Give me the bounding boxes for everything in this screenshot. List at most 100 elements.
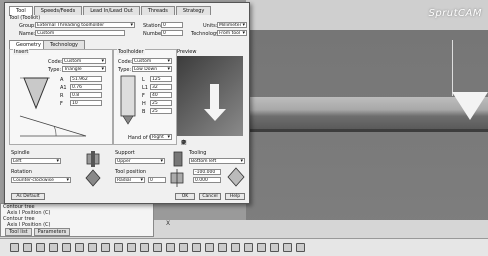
insert-code-label: Code: bbox=[48, 59, 63, 65]
tab-speeds-feeds[interactable]: Speeds/Feeds bbox=[33, 6, 83, 15]
operation-icon[interactable] bbox=[101, 243, 110, 252]
holder-param-value[interactable]: 40 bbox=[150, 92, 172, 98]
toolholder-diagram bbox=[120, 75, 136, 125]
number-field[interactable]: 0 bbox=[161, 30, 183, 36]
tool-section-title: Tool (Toolkit) bbox=[9, 15, 41, 21]
holder-param-label: F bbox=[142, 93, 145, 99]
insert-param-label: F bbox=[60, 101, 63, 107]
insert-section: Insert Code: Custom Type: Triangle A 51.… bbox=[9, 49, 113, 145]
toolholder-title: Toolholder bbox=[117, 49, 145, 55]
tab-tool-list[interactable]: Tool list bbox=[5, 228, 32, 236]
operation-icon[interactable] bbox=[166, 243, 175, 252]
reset-view-icon[interactable]: ↺ bbox=[181, 139, 186, 146]
toolposition-icon bbox=[170, 169, 184, 187]
spindle-title: Spindle bbox=[11, 150, 30, 156]
tab-tool[interactable]: Tool bbox=[9, 6, 33, 15]
rotation-select[interactable]: Counter-clockwise bbox=[11, 177, 71, 183]
operation-icon[interactable] bbox=[192, 243, 201, 252]
tab-technology[interactable]: Technology bbox=[43, 40, 86, 49]
offset-z-field[interactable]: 0.000 bbox=[193, 177, 221, 183]
tab-strategy[interactable]: Strategy bbox=[175, 6, 212, 15]
holder-code-label: Code: bbox=[118, 59, 133, 65]
rotation-icon bbox=[85, 169, 101, 187]
toolposition-angle-field[interactable]: 0 bbox=[148, 177, 166, 183]
ok-button[interactable]: OK bbox=[175, 193, 195, 200]
operation-icon[interactable] bbox=[75, 243, 84, 252]
tab-lead-in-out[interactable]: Lead In/Lead Out bbox=[83, 6, 140, 15]
rotation-title: Rotation bbox=[11, 169, 32, 175]
holder-type-select[interactable]: Low Down bbox=[132, 66, 172, 72]
help-button[interactable]: Help bbox=[225, 193, 245, 200]
units-select[interactable]: Millimeter bbox=[217, 22, 247, 28]
bottom-toolbar bbox=[0, 238, 488, 256]
operation-icon[interactable] bbox=[283, 243, 292, 252]
cancel-button[interactable]: Cancel bbox=[199, 193, 221, 200]
insert-type-select[interactable]: Triangle bbox=[62, 66, 106, 72]
name-label: Name: bbox=[19, 31, 36, 37]
dialog-tabs: Tool Speeds/Feeds Lead In/Lead Out Threa… bbox=[9, 6, 212, 15]
support-title: Support bbox=[115, 150, 135, 156]
project-tree-panel: Contour tree Axis I Position (C) Contour… bbox=[0, 203, 154, 237]
holder-type-label: Type: bbox=[118, 67, 132, 73]
operation-icon[interactable] bbox=[140, 243, 149, 252]
toolposition-select[interactable]: Radial bbox=[115, 177, 145, 183]
operation-icon[interactable] bbox=[153, 243, 162, 252]
operation-icon[interactable] bbox=[36, 243, 45, 252]
tooling-select[interactable]: Bottom left bbox=[189, 158, 245, 164]
support-select[interactable]: Upper bbox=[115, 158, 165, 164]
operation-icon[interactable] bbox=[62, 243, 71, 252]
operation-icon[interactable] bbox=[296, 243, 305, 252]
insert-param-label: A1 bbox=[60, 85, 67, 91]
insert-param-value[interactable]: 0.8 bbox=[70, 92, 102, 98]
holder-param-value[interactable]: 125 bbox=[150, 76, 172, 82]
holder-param-value[interactable]: 25 bbox=[150, 108, 172, 114]
operation-icon[interactable] bbox=[270, 243, 279, 252]
toolholder-section: Toolholder Code: Custom Type: Low Down L… bbox=[113, 49, 177, 145]
operation-icon[interactable] bbox=[257, 243, 266, 252]
axis-x-label: X bbox=[166, 220, 171, 227]
as-default-button[interactable]: As Default bbox=[11, 193, 45, 200]
operation-icon[interactable] bbox=[231, 243, 240, 252]
insert-type-label: Type: bbox=[48, 67, 62, 73]
holder-param-value[interactable]: 25 bbox=[150, 100, 172, 106]
insert-param-label: A bbox=[60, 77, 64, 83]
hand-select[interactable]: Right bbox=[150, 134, 172, 140]
preview-tool-shaft bbox=[210, 84, 219, 110]
station-field[interactable]: 0 bbox=[161, 22, 183, 28]
app-brand: SprutCAM bbox=[428, 8, 482, 19]
offset-x-field[interactable]: -100.000 bbox=[193, 169, 221, 175]
holder-param-label: L bbox=[142, 77, 145, 83]
insert-param-value[interactable]: 10 bbox=[70, 100, 102, 106]
support-icon bbox=[173, 151, 183, 167]
insert-param-value[interactable]: 51.962 bbox=[70, 76, 102, 82]
operation-icon[interactable] bbox=[244, 243, 253, 252]
name-field[interactable]: Custom bbox=[35, 30, 125, 36]
operation-icon[interactable] bbox=[114, 243, 123, 252]
threading-tool bbox=[452, 92, 488, 120]
insert-title: Insert bbox=[13, 49, 30, 55]
operation-icon[interactable] bbox=[49, 243, 58, 252]
insert-diagram bbox=[20, 77, 50, 110]
group-select[interactable]: External Threading toolholder bbox=[35, 22, 135, 28]
tab-threads[interactable]: Threads bbox=[140, 6, 175, 15]
operation-icon[interactable] bbox=[23, 243, 32, 252]
operation-icon[interactable] bbox=[127, 243, 136, 252]
holder-code-select[interactable]: Custom bbox=[132, 58, 172, 64]
spindle-select[interactable]: Left bbox=[11, 158, 61, 164]
insert-param-value[interactable]: 0.76 bbox=[70, 84, 102, 90]
operation-icon[interactable] bbox=[88, 243, 97, 252]
technology-select[interactable]: From tool bbox=[217, 30, 247, 36]
operation-icon[interactable] bbox=[205, 243, 214, 252]
tooling-icon bbox=[227, 167, 245, 187]
insert-angle-diagram bbox=[19, 115, 87, 137]
operation-icon[interactable] bbox=[10, 243, 19, 252]
cam-application: SprutCAM Z X Contour tree Axis I Positio… bbox=[0, 0, 488, 256]
tab-parameters[interactable]: Parameters bbox=[33, 228, 71, 236]
operation-icon[interactable] bbox=[218, 243, 227, 252]
operation-icon[interactable] bbox=[179, 243, 188, 252]
technology-label: Technology: bbox=[191, 31, 221, 37]
insert-code-select[interactable]: Custom bbox=[62, 58, 106, 64]
holder-param-label: H bbox=[142, 101, 146, 107]
units-label: Units: bbox=[203, 23, 218, 29]
holder-param-value[interactable]: 32 bbox=[150, 84, 172, 90]
